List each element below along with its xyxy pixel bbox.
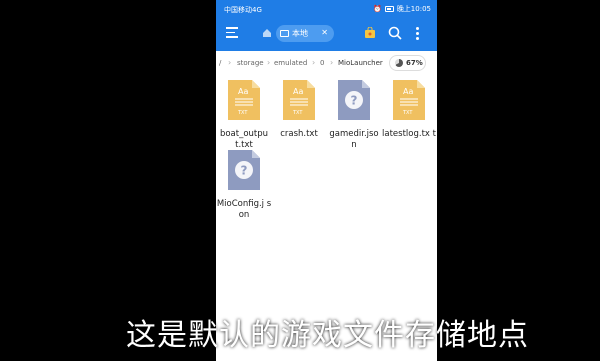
breadcrumb-separator: › (228, 58, 232, 67)
file-item[interactable]: Aa TXT boat_outpu t.txt (216, 80, 272, 151)
video-subtitle: 这是默认的游戏文件存储地点 (126, 318, 529, 353)
tab-label: 本地 (292, 29, 308, 38)
menu-icon[interactable] (226, 27, 238, 39)
breadcrumb-separator: › (267, 58, 271, 67)
app-toolbar: 本地 ✕ (216, 18, 437, 51)
alarm-icon: ⏰ (373, 5, 382, 13)
svg-text:Aa: Aa (238, 87, 248, 96)
svg-text:Aa: Aa (293, 87, 303, 96)
svg-text:TXT: TXT (237, 110, 248, 116)
breadcrumb: / › storage › emulated › 0 › MioLauncher… (216, 54, 437, 72)
phone-screen: 中国移动4G ⏰ 晚上10:05 本地 ✕ / › storage › emul… (216, 0, 437, 361)
breadcrumb-root[interactable]: / (219, 59, 221, 67)
file-name: MioConfig.j son (216, 199, 272, 220)
home-icon[interactable] (262, 28, 272, 38)
svg-text:Aa: Aa (403, 87, 413, 96)
more-options-icon[interactable] (416, 27, 422, 41)
breadcrumb-emulated[interactable]: emulated (274, 59, 307, 67)
unknown-file-icon: ? (338, 80, 370, 120)
storage-usage-badge[interactable]: 67% (389, 55, 426, 71)
carrier-label: 中国移动4G (224, 6, 262, 14)
storage-icon (280, 30, 289, 37)
breadcrumb-miolauncher[interactable]: MioLauncher (338, 59, 383, 67)
breadcrumb-separator: › (312, 58, 316, 67)
file-item[interactable]: ? gamedir.jso n (326, 80, 382, 151)
battery-icon (384, 6, 394, 12)
file-item[interactable]: Aa TXT crash.txt (271, 80, 327, 140)
svg-text:?: ? (241, 164, 248, 178)
breadcrumb-0[interactable]: 0 (320, 59, 324, 67)
file-item[interactable]: ? MioConfig.j son (216, 150, 272, 221)
breadcrumb-storage[interactable]: storage (237, 59, 264, 67)
search-icon[interactable] (388, 26, 402, 40)
tab-close-icon[interactable]: ✕ (321, 28, 328, 37)
txt-file-icon: Aa TXT (283, 80, 315, 120)
svg-text:TXT: TXT (402, 110, 413, 116)
file-name: latestlog.tx t (382, 129, 436, 139)
file-item[interactable]: Aa TXT latestlog.tx t (381, 80, 437, 140)
unknown-file-icon: ? (228, 150, 260, 190)
txt-file-icon: Aa TXT (228, 80, 260, 120)
file-name: gamedir.jso n (329, 129, 379, 150)
txt-file-icon: Aa TXT (393, 80, 425, 120)
file-name: crash.txt (280, 129, 318, 139)
breadcrumb-separator: › (330, 58, 334, 67)
svg-text:?: ? (351, 94, 358, 108)
tab-local[interactable]: 本地 ✕ (276, 25, 334, 42)
shopping-bag-icon[interactable] (364, 27, 376, 39)
status-bar: 中国移动4G ⏰ 晚上10:05 (216, 0, 437, 18)
status-right: ⏰ 晚上10:05 (373, 4, 431, 14)
svg-text:TXT: TXT (292, 110, 303, 116)
file-name: boat_outpu t.txt (219, 129, 269, 150)
storage-pie-icon (395, 59, 403, 67)
clock: 晚上10:05 (396, 5, 431, 13)
storage-usage-value: 67% (406, 59, 423, 67)
